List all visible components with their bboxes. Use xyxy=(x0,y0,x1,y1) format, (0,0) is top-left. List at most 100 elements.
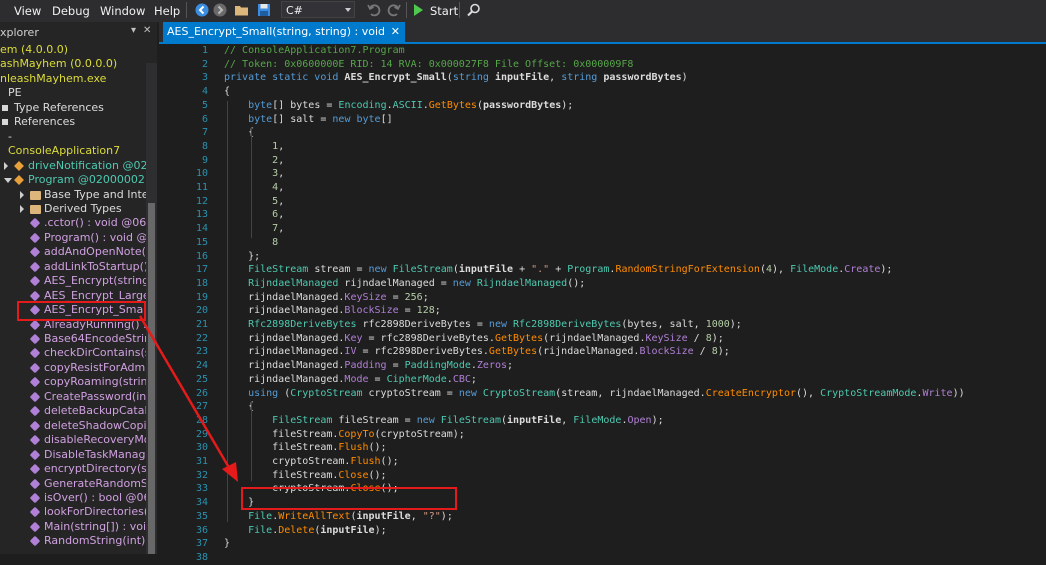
code-line: byte[] salt = new byte[] xyxy=(248,113,393,125)
code-line: fileStream.CopyTo(cryptoStream); xyxy=(224,428,465,440)
folder-icon xyxy=(30,204,41,214)
close-icon[interactable]: ✕ xyxy=(143,25,151,36)
class-icon xyxy=(14,160,24,171)
code-line: rijndaelManaged.IV = rfc2898DeriveBytes.… xyxy=(224,346,730,358)
start-button-label: Start xyxy=(430,4,459,18)
code-line: rijndaelManaged.Mode = CipherMode.CBC; xyxy=(224,373,477,385)
method-icon xyxy=(29,218,41,229)
tree-node-label: Base Type and Interfac xyxy=(44,187,146,201)
code-line: rijndaelManaged.Key = rfc2898DeriveBytes… xyxy=(224,332,724,344)
code-line: rijndaelManaged.Padding = PaddingMode.Ze… xyxy=(224,360,514,372)
line-number: 2 xyxy=(201,58,208,70)
menu-help[interactable]: Help xyxy=(154,4,180,18)
line-number: 38 xyxy=(195,551,208,563)
method-icon xyxy=(29,434,41,446)
line-number: 24 xyxy=(195,360,208,372)
class-icon xyxy=(14,175,24,185)
line-number: 28 xyxy=(195,414,208,426)
tree-node-label: deleteBackupCatalog( xyxy=(44,404,146,418)
line-number: 25 xyxy=(195,373,208,385)
tree-scrollbar-thumb[interactable] xyxy=(148,203,155,554)
menu-window[interactable]: Window xyxy=(100,4,145,18)
explorer-title: xplorer xyxy=(0,26,39,39)
method-icon xyxy=(29,420,41,431)
chevron-down-icon xyxy=(345,8,351,12)
code-line: 2, xyxy=(272,154,285,166)
tab-aes-encrypt-small[interactable]: AES_Encrypt_Small(string, string) : void… xyxy=(163,22,406,42)
code-line: fileStream.Flush(); xyxy=(224,442,387,454)
tree-node-label: nleashMayhem.exe xyxy=(0,71,107,85)
assembly-tree[interactable]: em (4.0.0.0) ashMayhem (0.0.0.0) nleashMay… xyxy=(0,43,146,554)
line-number: 21 xyxy=(195,319,208,330)
method-icon xyxy=(29,232,41,244)
line-number: 20 xyxy=(195,305,208,317)
code-line: 7, xyxy=(272,223,285,235)
code-line: 1, xyxy=(272,140,285,152)
language-select[interactable]: C# xyxy=(281,1,355,18)
save-icon[interactable] xyxy=(256,2,272,18)
tree-node-label: checkDirContains(strin xyxy=(44,346,146,360)
pin-dropdown-icon[interactable]: ▾ xyxy=(131,25,136,36)
tree-node-label: deleteShadowCopies( xyxy=(44,418,146,432)
code-line: 6, xyxy=(272,209,285,221)
tree-node-label: Program @02000002 xyxy=(28,173,145,187)
tree-node-label: addLinkToStartup() : v xyxy=(44,259,146,273)
tree-node-label: encryptDirectory(strin xyxy=(44,462,146,476)
tab-close-icon[interactable]: ✕ xyxy=(391,22,400,42)
undo-icon[interactable] xyxy=(366,2,382,18)
collapsed-arrow-icon[interactable] xyxy=(20,204,24,213)
method-icon xyxy=(29,405,41,417)
forward-icon[interactable] xyxy=(212,2,228,18)
code-line: using (CryptoStream cryptoStream = new C… xyxy=(248,387,965,399)
line-number: 8 xyxy=(201,140,208,152)
line-number: 29 xyxy=(195,428,208,440)
highlight-box-method xyxy=(17,301,146,321)
menu-debug[interactable]: Debug xyxy=(52,4,90,18)
search-icon[interactable] xyxy=(466,2,482,18)
method-icon xyxy=(29,478,41,489)
code-line: private static void AES_Encrypt_Small(st… xyxy=(224,72,688,84)
expanded-arrow-icon[interactable] xyxy=(4,178,12,184)
tree-node-label: ashMayhem (0.0.0.0) xyxy=(0,57,118,71)
redo-icon[interactable] xyxy=(386,2,402,18)
tree-node-label: ConsoleApplication7 xyxy=(8,144,121,158)
tab-title: AES_Encrypt_Small(string, string) : void xyxy=(167,25,386,38)
tree-node-label: em (4.0.0.0) xyxy=(0,43,69,56)
line-number: 30 xyxy=(195,442,208,454)
method-icon xyxy=(29,391,41,403)
method-icon xyxy=(29,507,41,518)
collapsed-arrow-icon[interactable] xyxy=(20,190,24,199)
code-line: }; xyxy=(224,250,261,262)
collapsed-arrow-icon[interactable] xyxy=(4,161,8,170)
code-line: rijndaelManaged.BlockSize = 128; xyxy=(224,305,441,317)
tree-node-label: DisableTaskManager() xyxy=(44,447,146,461)
back-icon[interactable] xyxy=(194,2,210,18)
code-line: FileStream fileStream = new FileStream(i… xyxy=(272,414,664,426)
method-icon xyxy=(29,290,41,301)
open-folder-icon[interactable] xyxy=(234,2,250,18)
menu-view[interactable]: View xyxy=(14,4,41,18)
code-line: rijndaelManaged.KeySize = 256; xyxy=(224,291,429,303)
line-number: 19 xyxy=(195,291,208,303)
tree-node-label: lookForDirectories() : v xyxy=(44,505,146,519)
line-number: 18 xyxy=(195,277,208,289)
code-editor[interactable]: 1 2 3 4 5 6 7 8 9 10 11 12 13 14 15 16 17 18 19 20 21 22 23 24 2… xyxy=(159,44,1046,563)
tree-scrollbar[interactable] xyxy=(146,63,157,554)
code-line: { xyxy=(224,401,255,413)
tree-node-label: Program() : void @060 xyxy=(44,230,146,244)
tree-node-label: addAndOpenNote() : xyxy=(44,245,146,259)
explorer-header: xplorer ▾ ✕ xyxy=(0,25,157,41)
line-number: 9 xyxy=(201,154,208,166)
line-number: 34 xyxy=(195,497,208,509)
method-icon xyxy=(29,449,41,460)
tree-node-label: copyRoaming(string) : xyxy=(44,375,146,389)
line-number: 23 xyxy=(195,346,208,358)
square-icon xyxy=(2,119,8,126)
highlight-box-writealltext xyxy=(241,487,457,510)
method-icon xyxy=(29,261,41,273)
line-number: 32 xyxy=(195,469,208,481)
tree-node-label: CreatePassword(int) : xyxy=(44,389,146,403)
method-icon xyxy=(29,275,41,287)
tree-node-label: References xyxy=(14,115,76,129)
menu-toolbar: View Debug Window Help C# Start xyxy=(0,0,1046,22)
